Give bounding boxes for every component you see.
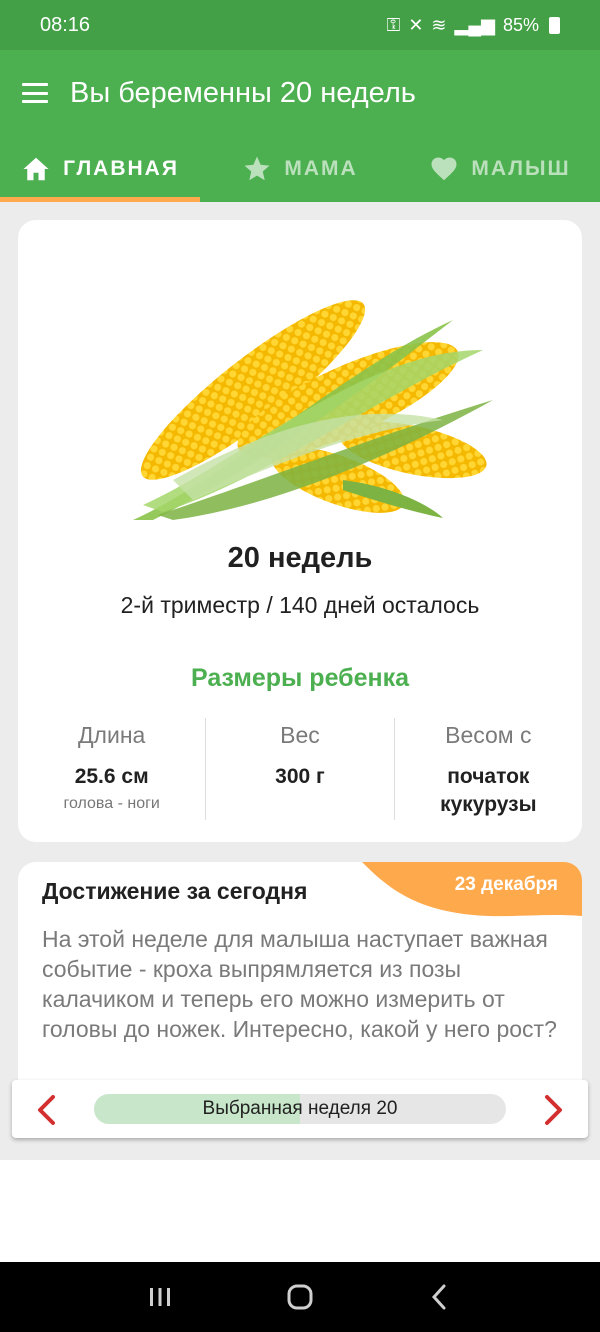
main-content[interactable]: 20 недель 2-й триместр / 140 дней остало… xyxy=(0,202,600,1160)
recent-apps-icon[interactable] xyxy=(144,1281,176,1313)
tab-mom-label: МАМА xyxy=(284,157,358,180)
achievement-date: 23 декабря xyxy=(454,874,558,895)
tab-home[interactable]: ГЛАВНАЯ xyxy=(0,136,200,202)
week-title: 20 недель xyxy=(227,542,373,574)
chevron-left-icon[interactable] xyxy=(32,1094,62,1126)
stat-comparison-label: Весом с xyxy=(445,722,532,748)
status-bar: 08:16 ⚿ ✕ ≋ ▂▄▆ 85% xyxy=(0,0,600,50)
achievement-text: На этой неделе для малыша наступает важн… xyxy=(42,926,557,1042)
chevron-right-icon[interactable] xyxy=(538,1094,568,1126)
tab-baby[interactable]: МАЛЫШ xyxy=(400,136,600,202)
trimester-info: 2-й триместр / 140 дней осталось xyxy=(120,592,480,618)
tab-mom[interactable]: МАМА xyxy=(200,136,400,202)
week-progress-bar[interactable]: Выбранная неделя 20 xyxy=(94,1094,506,1124)
back-icon[interactable] xyxy=(424,1281,456,1313)
signal-icon: ▂▄▆ xyxy=(454,14,495,35)
tab-bar: ГЛАВНАЯ МАМА МАЛЫШ xyxy=(0,136,600,202)
stat-weight-label: Вес xyxy=(280,722,320,748)
stat-length-label: Длина xyxy=(77,722,146,748)
week-card: 20 недель 2-й триместр / 140 дней остало… xyxy=(18,220,582,842)
stat-length: Длина 25.6 см голова - ноги xyxy=(18,718,205,820)
status-time: 08:16 xyxy=(40,13,91,36)
week-selector: Выбранная неделя 20 xyxy=(12,1080,588,1138)
heart-icon xyxy=(431,157,457,181)
system-nav-bar xyxy=(0,1262,600,1332)
achievement-title: Достижение за сегодня xyxy=(42,878,308,904)
wifi-icon: ≋ xyxy=(431,14,447,35)
app-bar: Вы беременны 20 недель xyxy=(0,50,600,136)
menu-icon[interactable] xyxy=(22,83,48,103)
baby-stats: Длина 25.6 см голова - ноги Вес 300 г Ве… xyxy=(18,718,582,820)
home-button-icon[interactable] xyxy=(284,1281,316,1313)
home-icon xyxy=(23,157,49,181)
stat-length-value: 25.6 см xyxy=(74,765,149,788)
battery-percent: 85% xyxy=(502,14,539,35)
star-icon xyxy=(244,156,270,181)
vpn-key-icon: ⚿ xyxy=(386,14,401,35)
stat-weight: Вес 300 г xyxy=(205,718,393,820)
stat-comparison-value: початок кукурузы xyxy=(440,765,537,816)
tab-baby-label: МАЛЫШ xyxy=(471,157,571,180)
selected-week-label: Выбранная неделя 20 xyxy=(202,1098,398,1119)
stat-length-sub: голова - ноги xyxy=(63,795,160,812)
battery-icon xyxy=(549,16,560,34)
status-icons: ⚿ ✕ ≋ ▂▄▆ 85% xyxy=(387,15,560,36)
stat-comparison: Весом с початок кукурузы xyxy=(393,718,582,820)
achievement-card: Достижение за сегодня 23 декабря На этой… xyxy=(18,862,582,1082)
tab-home-label: ГЛАВНАЯ xyxy=(63,157,179,180)
stat-weight-value: 300 г xyxy=(275,765,325,788)
baby-sizes-title: Размеры ребенка xyxy=(190,664,410,692)
corn-image xyxy=(133,300,493,520)
mute-icon: ✕ xyxy=(408,14,424,35)
app-title: Вы беременны 20 недель xyxy=(70,76,416,109)
date-badge: 23 декабря xyxy=(362,862,582,918)
